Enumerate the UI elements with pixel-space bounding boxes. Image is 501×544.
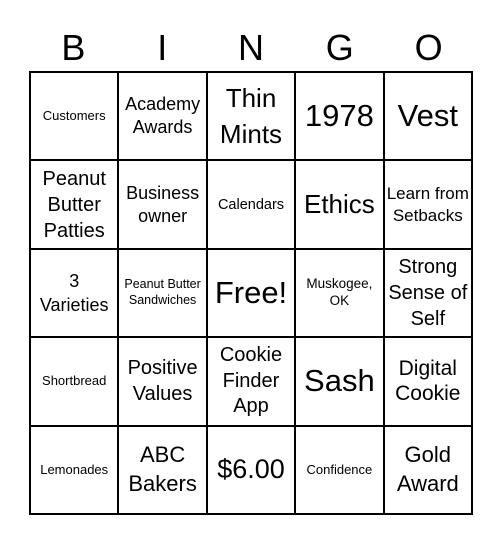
cell-text: Calendars — [217, 196, 285, 213]
cell-text: Muskogee, OK — [306, 276, 373, 308]
bingo-cell[interactable]: Peanut Butter Patties — [30, 160, 119, 249]
bingo-cell[interactable]: Academy Awards — [118, 72, 207, 161]
bingo-cell[interactable]: Lemonades — [30, 425, 119, 514]
header-letter-i: I — [157, 27, 168, 68]
cell-text: $6.00 — [217, 453, 285, 484]
cell-text: Vest — [397, 97, 458, 133]
cell-text: Ethics — [303, 189, 375, 220]
bingo-cell[interactable]: Thin Mints — [206, 72, 296, 161]
bingo-cell[interactable]: Business owner — [118, 160, 207, 249]
cell-text: Learn from Setbacks — [386, 184, 469, 225]
cell-text: Academy Awards — [125, 94, 201, 138]
bingo-cell[interactable]: Shortbread — [30, 337, 119, 426]
bingo-cell[interactable]: Digital Cookie — [383, 337, 472, 426]
bingo-cell[interactable]: $6.00 — [206, 425, 296, 514]
cell-text: Thin Mints — [219, 82, 283, 150]
cell-text: Peanut Butter Patties — [42, 167, 106, 242]
cell-text: 3 Varieties — [39, 270, 109, 315]
bingo-cell[interactable]: 3 Varieties — [30, 248, 119, 338]
cell-text: Shortbread — [42, 373, 107, 389]
bingo-cell[interactable]: Customers — [30, 72, 119, 161]
bingo-cell[interactable]: Gold Award — [383, 425, 472, 514]
bingo-cell[interactable]: Peanut Butter Sandwiches — [118, 248, 207, 338]
bingo-cell[interactable]: Sash — [295, 337, 384, 426]
cell-text: Peanut Butter Sandwiches — [124, 277, 201, 307]
cell-text: Cookie Finder App — [219, 344, 283, 418]
header-letter-n: N — [237, 27, 264, 68]
bingo-cell[interactable]: Calendars — [206, 160, 296, 249]
cell-text: 1978 — [304, 97, 374, 133]
cell-text: Digital Cookie — [395, 356, 461, 406]
cell-text: Gold Award — [396, 442, 459, 496]
bingo-cell[interactable]: Learn from Setbacks — [383, 160, 472, 249]
bingo-cell[interactable]: Cookie Finder App — [206, 337, 296, 426]
bingo-cell[interactable]: Strong Sense of Self — [383, 248, 472, 338]
cell-text: Business owner — [126, 182, 200, 226]
cell-text: Confidence — [306, 461, 373, 477]
header-letter-b: B — [61, 27, 86, 68]
cell-text: Lemonades — [40, 461, 109, 477]
bingo-cell[interactable]: Ethics — [295, 160, 384, 249]
bingo-cell[interactable]: Free! — [206, 248, 296, 338]
cell-text: Positive Values — [127, 357, 198, 406]
bingo-grid: Customers Academy Awards Thin Mints 1978… — [29, 71, 473, 515]
bingo-cell[interactable]: Confidence — [295, 425, 384, 514]
header-letter-o: O — [414, 27, 443, 68]
bingo-header: B I N G O — [29, 26, 473, 70]
bingo-cell[interactable]: 1978 — [295, 72, 384, 161]
free-space: Free! — [214, 274, 288, 310]
cell-text: Sash — [304, 363, 375, 399]
bingo-cell[interactable]: Vest — [383, 72, 472, 161]
header-letter-g: G — [325, 27, 354, 68]
bingo-cell[interactable]: Positive Values — [118, 337, 207, 426]
bingo-cell[interactable]: Muskogee, OK — [295, 248, 384, 338]
cell-text: ABC Bakers — [128, 442, 197, 496]
cell-text: Strong Sense of Self — [388, 255, 468, 330]
cell-text: Customers — [42, 107, 106, 123]
bingo-cell[interactable]: ABC Bakers — [118, 425, 207, 514]
